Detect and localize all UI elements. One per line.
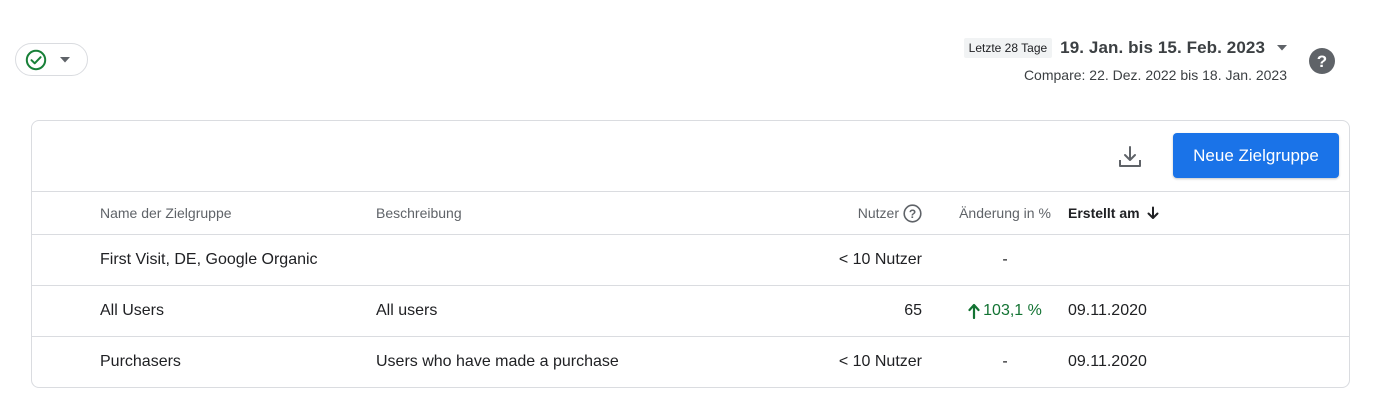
- audience-created: 09.11.2020: [1068, 302, 1147, 319]
- download-icon[interactable]: [1117, 144, 1143, 170]
- column-header-created[interactable]: Erstellt am: [1068, 192, 1160, 234]
- audience-description: Users who have made a purchase: [376, 353, 619, 370]
- date-range-label[interactable]: 19. Jan. bis 15. Feb. 2023: [1060, 38, 1265, 58]
- audience-created: 09.11.2020: [1068, 353, 1147, 370]
- audience-description: All users: [376, 302, 438, 319]
- audience-name[interactable]: All Users: [100, 286, 164, 336]
- table-row[interactable]: First Visit, DE, Google Organic < 10 Nut…: [32, 234, 1349, 285]
- chevron-down-icon: [60, 56, 70, 63]
- audience-users: 65: [904, 302, 922, 319]
- compare-range-label: Compare: 22. Dez. 2022 bis 18. Jan. 2023: [1023, 67, 1287, 83]
- svg-text:?: ?: [909, 207, 916, 221]
- column-header-description[interactable]: Beschreibung: [376, 192, 462, 234]
- column-header-created-label: Erstellt am: [1068, 205, 1140, 221]
- audience-users: < 10 Nutzer: [838, 251, 922, 268]
- table-header-row: Name der Zielgruppe Beschreibung Nutzer …: [32, 191, 1349, 234]
- chevron-down-icon[interactable]: [1277, 45, 1287, 51]
- audience-change: -: [1002, 251, 1008, 268]
- audiences-table: Name der Zielgruppe Beschreibung Nutzer …: [32, 191, 1349, 387]
- table-row[interactable]: Purchasers Users who have made a purchas…: [32, 336, 1349, 387]
- column-header-users-label: Nutzer: [857, 205, 899, 221]
- period-badge: Letzte 28 Tage: [963, 38, 1053, 58]
- audience-change-value: 103,1 %: [983, 302, 1042, 319]
- arrow-down-icon: [1146, 206, 1160, 220]
- check-circle-icon: [25, 49, 47, 71]
- column-header-name[interactable]: Name der Zielgruppe: [100, 192, 232, 234]
- table-row[interactable]: All Users All users 65 103,1 % 09.11.202…: [32, 285, 1349, 336]
- status-filter-chip[interactable]: [15, 43, 88, 76]
- svg-text:?: ?: [1317, 52, 1327, 71]
- column-header-change[interactable]: Änderung in %: [928, 192, 1082, 234]
- help-icon[interactable]: ?: [1309, 48, 1335, 74]
- new-audience-button[interactable]: Neue Zielgruppe: [1173, 133, 1339, 178]
- audience-name[interactable]: First Visit, DE, Google Organic: [100, 235, 318, 285]
- date-range-picker[interactable]: Letzte 28 Tage 19. Jan. bis 15. Feb. 202…: [963, 38, 1287, 83]
- question-help-icon[interactable]: ?: [903, 203, 922, 223]
- audience-name[interactable]: Purchasers: [100, 337, 181, 387]
- arrow-up-icon: [968, 303, 980, 319]
- audience-users: < 10 Nutzer: [838, 353, 922, 370]
- audiences-card: Neue Zielgruppe Name der Zielgruppe Besc…: [31, 120, 1350, 388]
- audience-change: 103,1 %: [928, 286, 1082, 336]
- column-header-users[interactable]: Nutzer ?: [858, 192, 922, 234]
- audience-change: -: [1002, 353, 1008, 370]
